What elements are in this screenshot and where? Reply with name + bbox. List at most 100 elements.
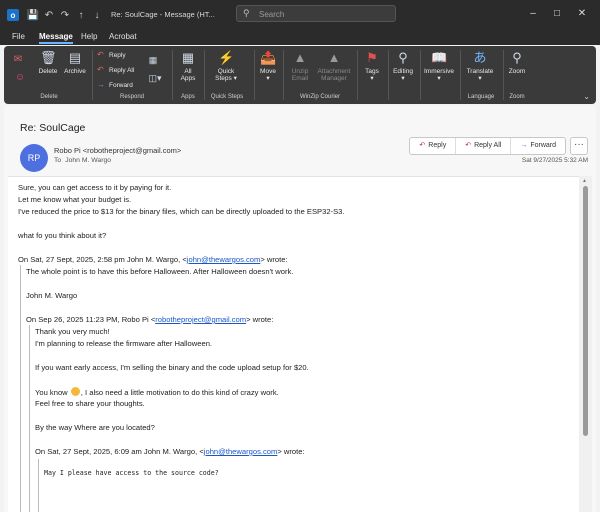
email-link[interactable]: john@thewargos.com (187, 255, 261, 264)
divider (420, 50, 421, 100)
divider (388, 50, 389, 100)
recipient[interactable]: John M. Wargo (65, 157, 111, 164)
divider (357, 50, 358, 100)
translate-button[interactable]: あ Translate ▾ (464, 50, 496, 82)
search-box[interactable]: ⚲ Search (236, 5, 396, 22)
maximize-button[interactable]: □ (550, 8, 564, 20)
reply-all-button[interactable]: ↶ Reply All (97, 66, 134, 75)
undo-icon[interactable]: ↶ (43, 9, 55, 21)
save-icon[interactable]: 💾 (27, 9, 39, 21)
book-icon: 📖 (431, 50, 448, 65)
forward-button[interactable]: → Forward (97, 81, 133, 90)
body-line: May I please have access to the source c… (44, 469, 219, 477)
scroll-up-icon[interactable]: ▲ (582, 178, 587, 184)
archive-button[interactable]: ▤ Archive (61, 50, 89, 75)
ribbon: ✉ ☺ 🗑 Delete ▤ Archive Delete ↶ Reply ↶ Repl… (4, 46, 596, 104)
attachment-manager-button[interactable]: ▲ Attachment Manager (315, 50, 353, 82)
body-line: Thank you very much! (35, 327, 110, 336)
message-date: Sat 9/27/2025 5:32 AM (521, 157, 588, 164)
more-actions-button[interactable]: ··· (570, 137, 588, 155)
magnifier-icon: ⚲ (398, 50, 408, 65)
tab-file[interactable]: File (12, 32, 25, 41)
forward-button[interactable]: → Forward (511, 138, 565, 154)
body-line: John M. Wargo (26, 291, 78, 300)
quick-steps-button[interactable]: ⚡ Quick Steps ▾ (211, 50, 241, 82)
previous-item-icon[interactable]: ↑ (75, 9, 87, 21)
meeting-icon[interactable]: ▦ (145, 52, 158, 70)
quote-header: On Sat, 27 Sept, 2025, 2:58 pm John M. W… (18, 255, 288, 264)
avatar[interactable]: RP (20, 144, 48, 172)
to-label: To (54, 157, 62, 164)
group-label-language: Language (467, 94, 495, 100)
window-title: Re: SoulCage - Message (HT... (111, 10, 215, 19)
immersive-reader-button[interactable]: 📖 Immersive ▾ (422, 50, 456, 82)
delete-button[interactable]: 🗑 Delete (37, 50, 59, 75)
reply-button[interactable]: ↶ Reply (410, 138, 457, 154)
trash-icon: 🗑 (40, 50, 57, 65)
vertical-scrollbar[interactable]: ▲ (579, 176, 592, 512)
quote-header: On Sat, 27 Sept, 2025, 6:09 am John M. W… (35, 447, 305, 456)
apps-grid-icon: ▦ (181, 50, 195, 65)
search-icon: ⚲ (243, 8, 250, 18)
body-line: You know , I also need a little motivati… (35, 387, 279, 397)
body-line: The whole point is to have this before H… (26, 267, 294, 276)
tags-button[interactable]: ⚑ Tags ▾ (360, 50, 384, 82)
quote-bar (20, 265, 21, 512)
move-button[interactable]: 📤 Move ▾ (256, 50, 280, 82)
divider (204, 50, 205, 100)
group-label-apps: Apps (181, 94, 195, 100)
editing-button[interactable]: ⚲ Editing ▾ (390, 50, 416, 82)
smiling-emoji-icon (70, 387, 80, 396)
junk-icon[interactable]: ☺ (10, 70, 30, 88)
body-line: If you want early access, I'm selling th… (35, 363, 309, 372)
body-line: what fo you think about it? (18, 231, 107, 240)
group-label-delete: Delete (40, 94, 58, 100)
reply-all-icon: ↶ (465, 142, 472, 149)
next-item-icon[interactable]: ↓ (91, 9, 103, 21)
body-line: Feel free to share your thoughts. (35, 399, 145, 408)
attachment-icon: ▲ (327, 50, 341, 65)
forward-icon: → (520, 142, 528, 149)
zoom-button[interactable]: ⚲ Zoom (505, 50, 529, 75)
reply-all-button[interactable]: ↶ Reply All (456, 138, 512, 154)
divider (503, 50, 504, 100)
unzip-email-button[interactable]: ▲ Unzip Email (287, 50, 313, 82)
email-link[interactable]: john@thewargos.com (204, 447, 278, 456)
minimize-button[interactable]: – (526, 8, 540, 20)
redo-icon[interactable]: ↷ (59, 9, 71, 21)
divider (460, 50, 461, 100)
tab-acrobat[interactable]: Acrobat (109, 32, 137, 41)
recipients: To John M. Wargo (54, 157, 111, 164)
menu-tabs: File Message Help Acrobat (0, 30, 600, 45)
reply-icon: ↶ (419, 142, 426, 149)
scrollbar-thumb[interactable] (583, 186, 588, 436)
zoom-icon: ⚲ (512, 50, 522, 65)
lightning-icon: ⚡ (218, 50, 235, 65)
divider (92, 50, 93, 100)
group-label-winzip: WinZip Courier (299, 94, 340, 100)
body-line: I'm planning to release the firmware aft… (35, 339, 213, 348)
reply-button[interactable]: ↶ Reply (97, 50, 126, 60)
body-line: By the way Where are you located? (35, 423, 155, 432)
group-label-quick-steps: Quick Steps (210, 94, 244, 100)
tab-help[interactable]: Help (81, 32, 97, 41)
sender[interactable]: Robo Pi <robotheproject@gmail.com> (54, 146, 181, 155)
unzip-icon: ▲ (293, 50, 307, 65)
close-button[interactable]: ✕ (575, 8, 589, 20)
flag-icon: ⚑ (366, 50, 378, 65)
search-placeholder: Search (259, 10, 285, 19)
more-respond-icon[interactable]: ◫▾ (145, 70, 165, 88)
all-apps-button[interactable]: ▦ All Apps (176, 50, 200, 82)
tab-message[interactable]: Message (39, 32, 73, 44)
body-line: Sure, you can get access to it by paying… (18, 183, 172, 192)
title-bar: o 💾 ↶ ↷ ↑ ↓ Re: SoulCage - Message (HT..… (0, 0, 600, 30)
reply-icon: ↶ (97, 50, 104, 59)
email-link[interactable]: robotheproject@gmail.com (155, 315, 246, 324)
ignore-icon[interactable]: ✉ (10, 52, 26, 70)
quote-bar (29, 325, 30, 512)
group-label-zoom: Zoom (509, 94, 525, 100)
chevron-down-icon[interactable]: ⌄ (583, 92, 590, 101)
divider (172, 50, 173, 100)
body-line: I've reduced the price to $13 for the bi… (18, 207, 345, 216)
message-body: Sure, you can get access to it by paying… (8, 176, 579, 512)
